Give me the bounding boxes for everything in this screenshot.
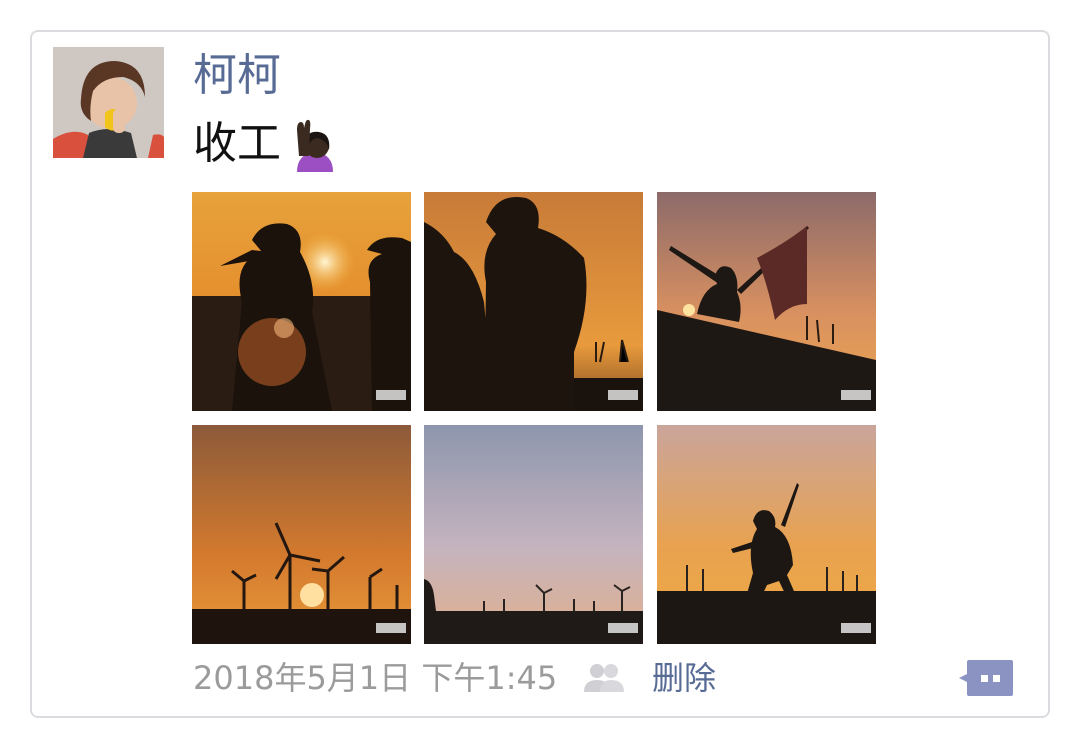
delete-button[interactable]: 删除 — [652, 656, 716, 700]
post-content: 收工 — [193, 114, 339, 174]
photo-6[interactable] — [657, 425, 876, 644]
photo-4[interactable] — [192, 425, 411, 644]
photo-1[interactable] — [192, 192, 411, 411]
post-text: 收工 — [193, 118, 281, 169]
avatar[interactable] — [53, 47, 164, 158]
raising-hand-emoji-icon — [291, 116, 339, 172]
comment-like-button[interactable] — [957, 658, 1013, 698]
comment-bubble-icon — [959, 660, 1013, 696]
username[interactable]: 柯柯 — [193, 48, 281, 104]
photo-5[interactable] — [424, 425, 643, 644]
photo-3[interactable] — [657, 192, 876, 411]
photo-2[interactable] — [424, 192, 643, 411]
post-timestamp: 2018年5月1日 下午1:45 — [193, 659, 558, 697]
friends-visibility-icon — [582, 662, 626, 694]
